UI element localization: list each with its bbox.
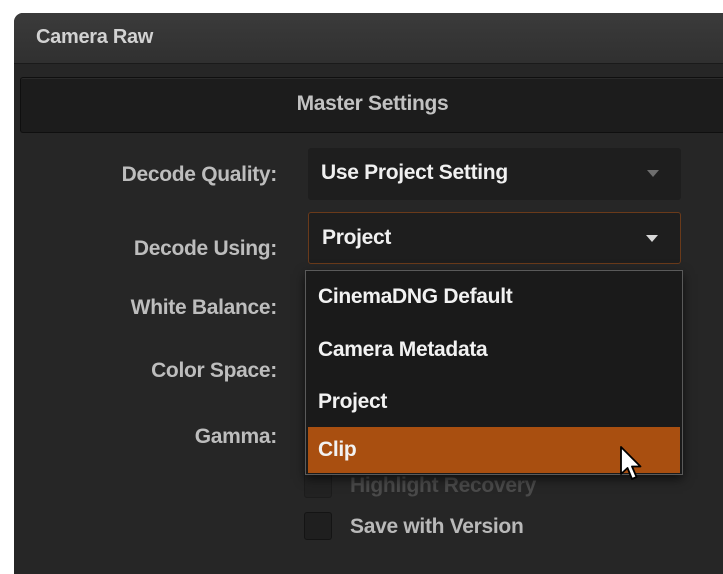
menu-item-label: Clip [318,438,357,461]
highlight-recovery-label: Highlight Recovery [350,474,536,497]
menu-item-project[interactable]: Project [308,379,680,425]
chevron-down-icon [646,235,658,242]
menu-item-cinemadng-default[interactable]: CinemaDNG Default [308,274,680,320]
camera-raw-panel: Camera Raw Master Settings Decode Qualit… [14,13,723,574]
decode-using-dropdown[interactable]: Project [308,212,681,264]
mouse-pointer-icon [620,446,642,480]
decode-using-value: Project [322,226,392,249]
menu-item-label: CinemaDNG Default [318,285,513,308]
menu-item-label: Camera Metadata [318,338,488,361]
decode-using-label: Decode Using: [133,237,277,260]
white-balance-label: White Balance: [130,296,278,319]
menu-item-label: Project [318,390,388,413]
gamma-label: Gamma: [194,425,278,448]
decode-quality-dropdown[interactable]: Use Project Setting [308,148,681,200]
chevron-down-icon [647,170,659,177]
panel-title: Camera Raw [36,26,154,48]
master-settings-header[interactable]: Master Settings [20,77,723,133]
panel-header: Camera Raw [14,13,723,64]
color-space-label: Color Space: [151,359,277,382]
decode-quality-value: Use Project Setting [321,161,508,184]
section-title: Master Settings [296,92,449,115]
save-with-version-label: Save with Version [350,515,524,538]
save-with-version-checkbox[interactable] [304,512,332,540]
menu-item-camera-metadata[interactable]: Camera Metadata [308,327,680,373]
decode-quality-label: Decode Quality: [121,163,278,186]
